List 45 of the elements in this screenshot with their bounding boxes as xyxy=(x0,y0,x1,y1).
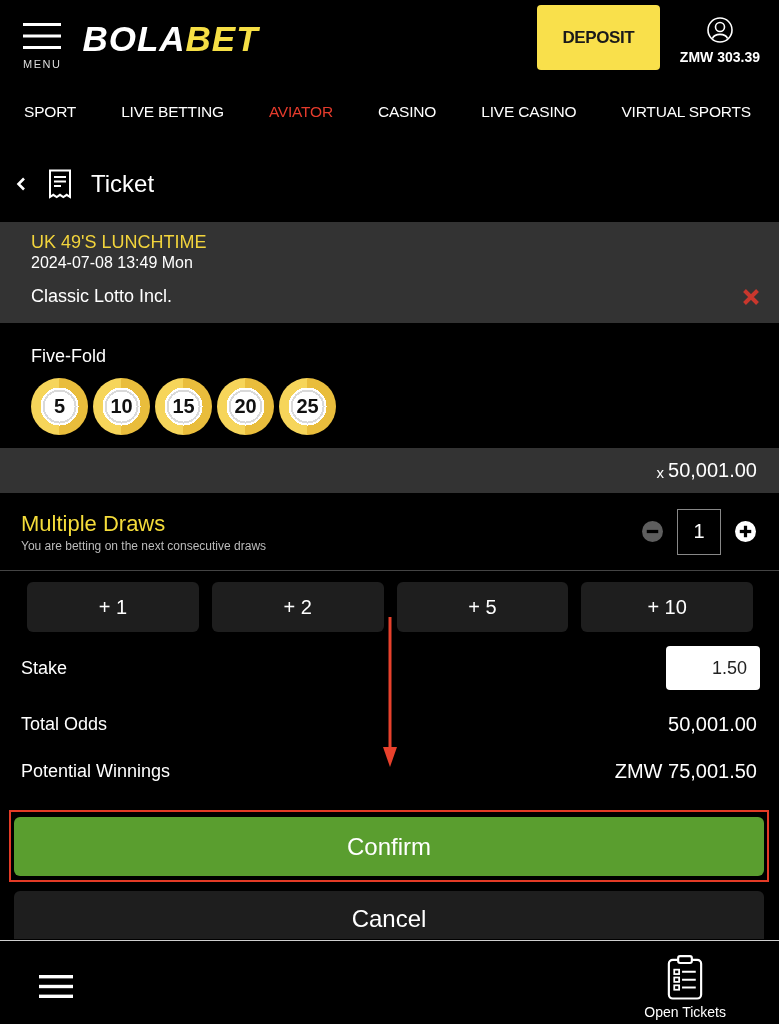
deposit-button[interactable]: DEPOSIT xyxy=(536,5,660,70)
summary-label: Potential Winnings xyxy=(21,761,171,782)
odds-value: 50,001.00 xyxy=(668,459,757,482)
menu-button[interactable]: MENU xyxy=(23,23,62,70)
selection-label: Five-Fold xyxy=(31,345,107,368)
cancel-button[interactable]: Cancel xyxy=(14,891,764,939)
plus-icon[interactable] xyxy=(735,521,756,542)
open-tickets-button[interactable]: Open Tickets xyxy=(644,955,726,1021)
add-draws-button[interactable]: + 1 xyxy=(27,582,199,632)
nav-tab[interactable]: LIVE CASINO xyxy=(481,103,577,121)
number-ball: 25 xyxy=(279,378,336,435)
add-draws-button[interactable]: + 10 xyxy=(581,582,753,632)
section-subtitle: You are betting on the next consecutive draws xyxy=(21,538,267,553)
menu-icon[interactable] xyxy=(39,975,73,998)
section-title: Multiple Draws xyxy=(21,510,167,537)
nav-tab[interactable]: SPORT xyxy=(24,103,77,121)
stake-input[interactable]: 1.50 xyxy=(666,646,760,690)
summary-value: ZMW 75,001.50 xyxy=(614,760,757,783)
close-icon[interactable] xyxy=(742,287,760,306)
draw-count-field[interactable]: 1 xyxy=(677,508,721,555)
bet-type: Classic Lotto Incl. xyxy=(31,286,173,307)
summary-label: Total Odds xyxy=(21,714,108,735)
back-chevron-icon[interactable] xyxy=(16,177,26,191)
number-ball: 15 xyxy=(155,378,212,435)
nav-tab[interactable]: LIVE BETTING xyxy=(121,103,224,121)
nav-tab[interactable]: CASINO xyxy=(377,103,437,121)
user-icon xyxy=(706,17,733,43)
account-button[interactable]: ZMW 303.39 xyxy=(679,17,760,65)
nav-tab[interactable]: VIRTUAL SPORTS xyxy=(621,103,751,121)
menu-icon xyxy=(23,23,62,49)
number-ball: 20 xyxy=(217,378,274,435)
summary-value: 50,001.00 xyxy=(668,713,757,736)
add-draws-button[interactable]: + 5 xyxy=(396,582,569,632)
multiplier-sign: x xyxy=(656,464,664,481)
add-draws-button[interactable]: + 2 xyxy=(211,582,384,632)
logo-text: BOLABET xyxy=(82,20,259,58)
receipt-icon xyxy=(48,169,72,199)
event-datetime: 2024-07-08 13:49 Mon xyxy=(31,253,194,273)
number-ball: 10 xyxy=(93,378,150,435)
event-name: UK 49'S LUNCHTIME xyxy=(31,231,208,253)
summary-label: Stake xyxy=(21,657,68,679)
clipboard-icon xyxy=(667,955,704,1000)
nav-tab[interactable]: AVIATOR xyxy=(268,103,333,121)
ticket-title: Ticket xyxy=(91,170,155,198)
number-ball: 5 xyxy=(31,378,88,435)
